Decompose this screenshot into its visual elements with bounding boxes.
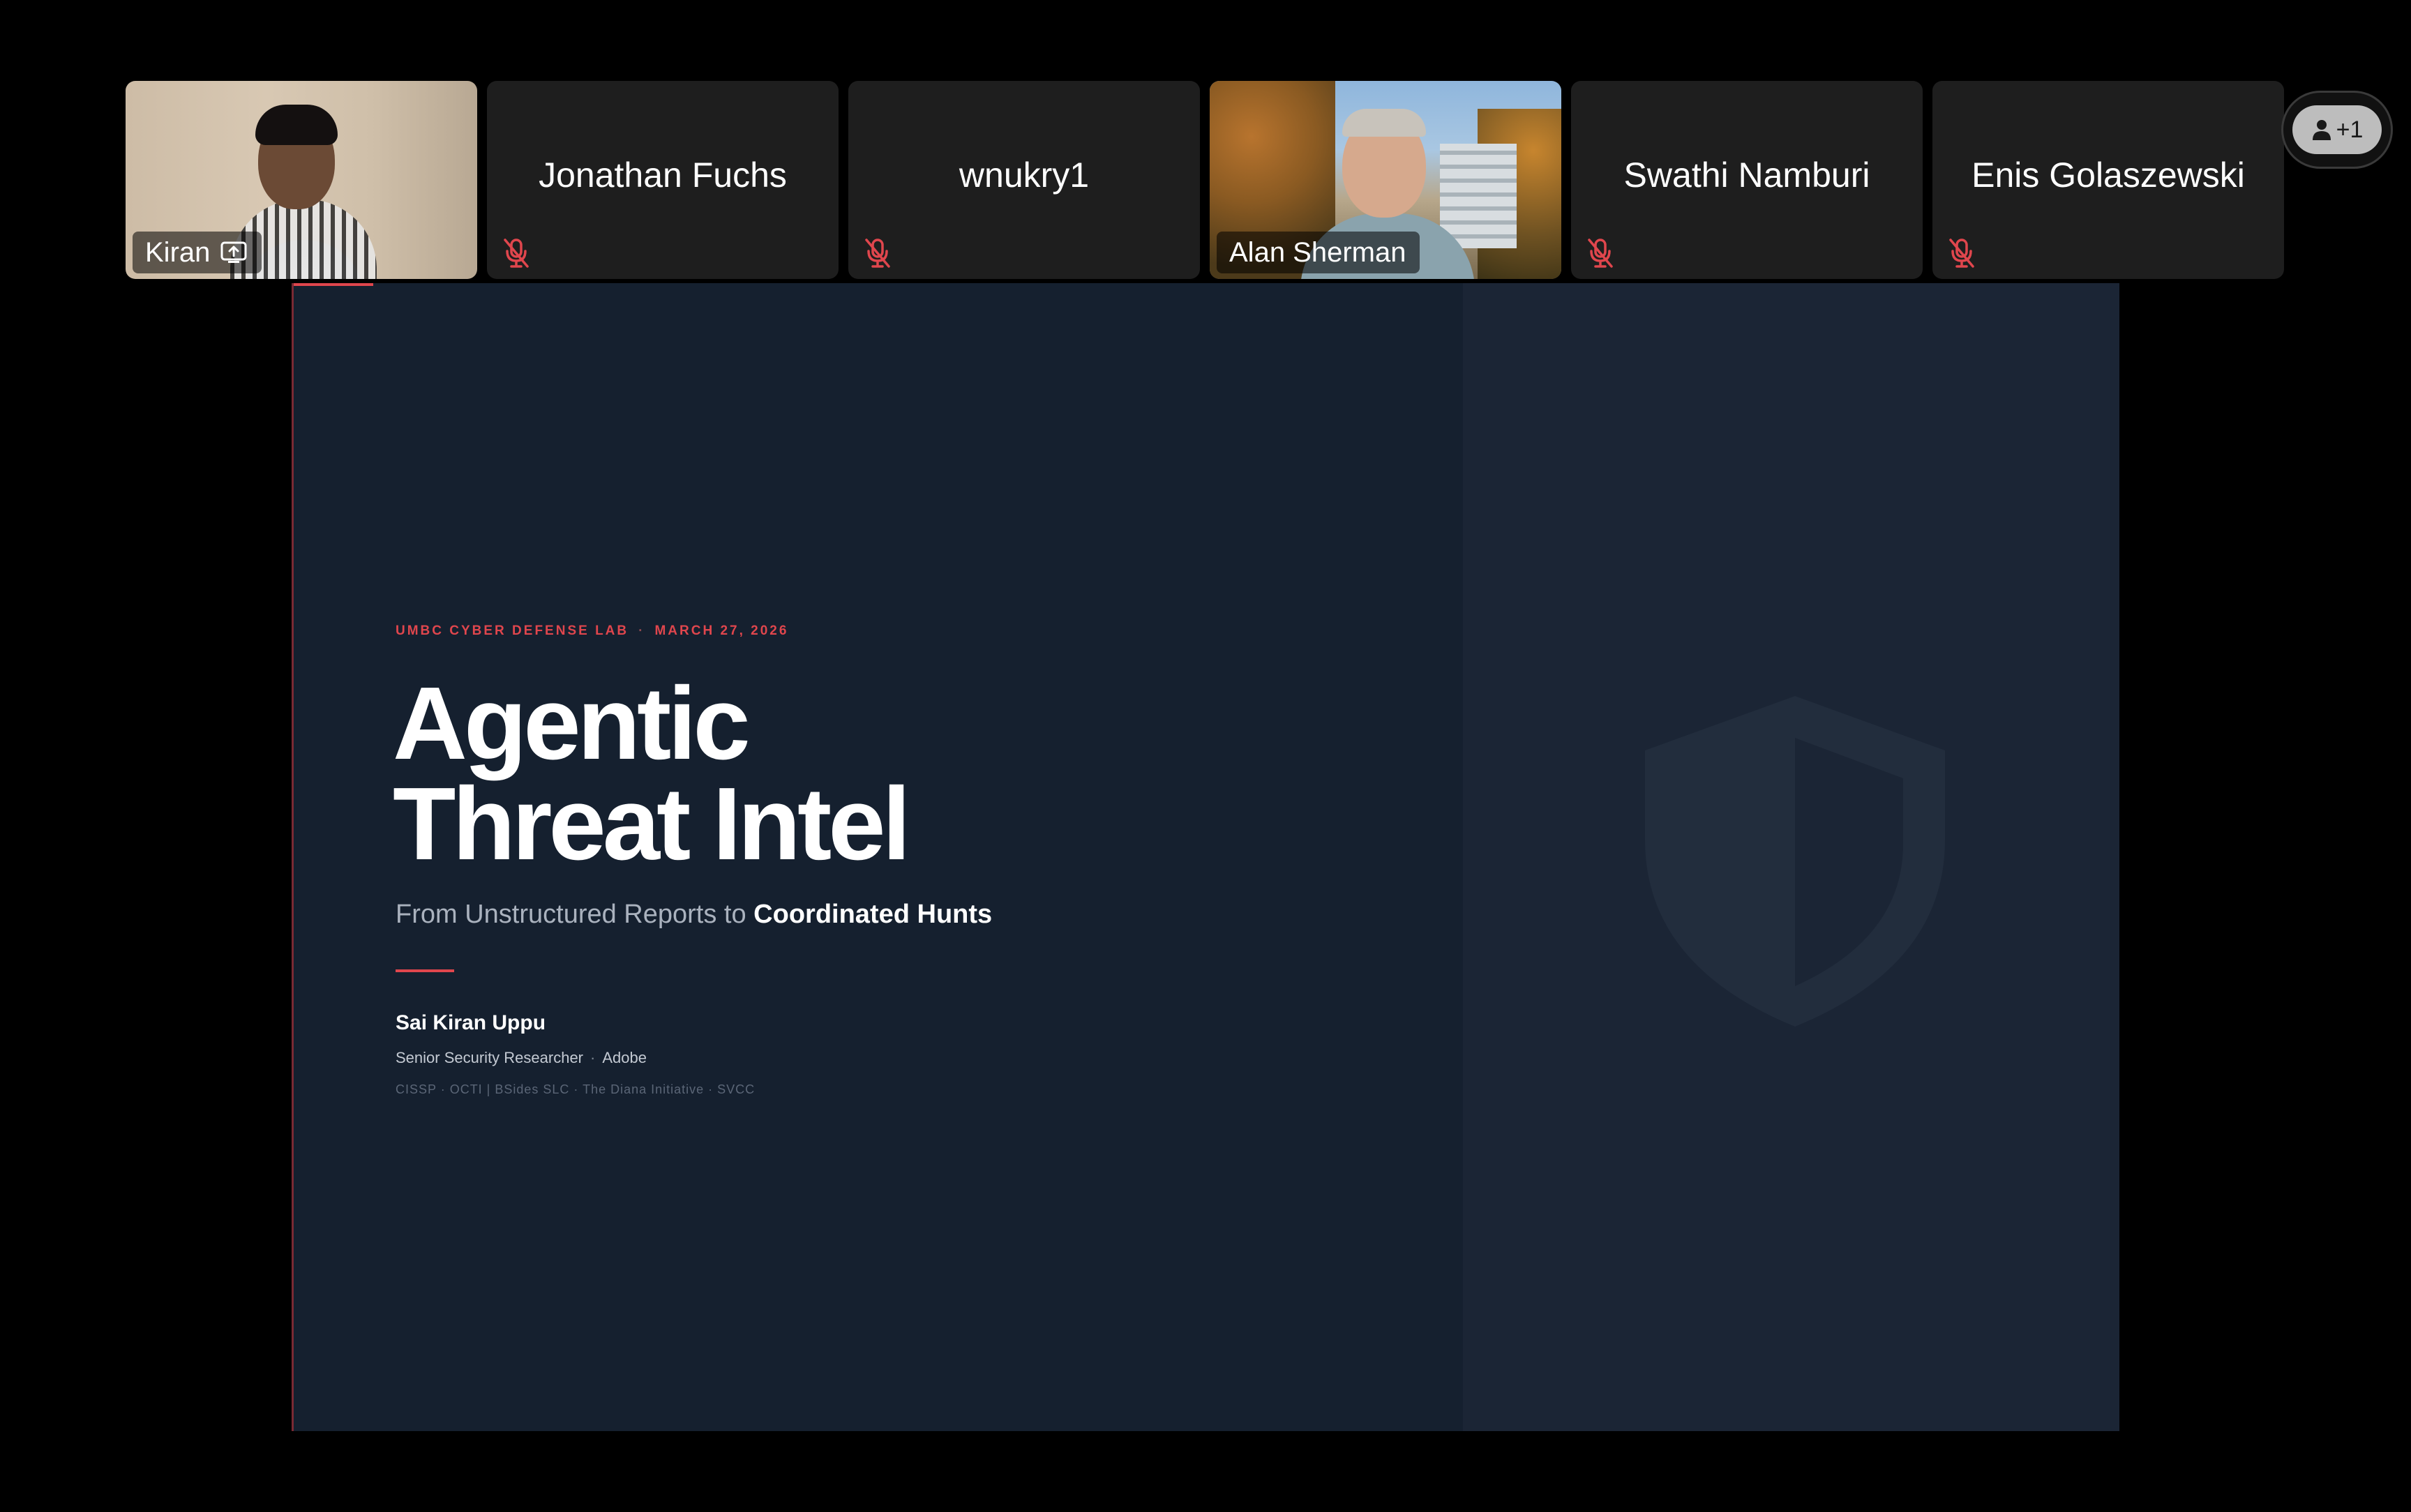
mic-muted-icon [504,239,529,268]
participant-name-chip: Kiran [133,232,262,273]
slide-credentials: CISSP · OCTI | BSides SLC · The Diana In… [396,1082,756,1096]
slide-eyebrow: UMBC CYBER DEFENSE LAB · MARCH 27, 2026 [396,623,788,639]
slide-subtitle-prefix: From Unstructured Reports to [396,900,746,929]
slide-subtitle-emphasis: Coordinated Hunts [753,900,993,929]
participant-strip: Kiran Jonathan Fuchs wnukry1 Alan Sherma… [126,81,2288,279]
participant-name: Jonathan Fuchs [539,156,787,195]
mic-muted-icon [1949,239,1974,268]
screen-share-icon [220,241,247,263]
more-participants-count: +1 [2336,116,2364,143]
person-icon [2312,120,2331,140]
slide-eyebrow-org: UMBC CYBER DEFENSE LAB [396,623,629,638]
slide-title: Agentic Threat Intel [393,666,911,882]
slide-role-company: Adobe [602,1049,647,1066]
more-participants-pill: +1 [2292,105,2382,154]
slide-subtitle: From Unstructured Reports to Coordinated… [396,900,992,930]
slide-eyebrow-date: MARCH 27, 2026 [654,623,789,638]
participant-name-chip: Alan Sherman [1217,232,1420,273]
participant-tile-enis-golaszewski[interactable]: Enis Golaszewski [1932,81,2284,279]
slide-author: Sai Kiran Uppu [396,1011,546,1034]
participant-tile-alan-sherman[interactable]: Alan Sherman [1210,81,1561,279]
participant-name: Alan Sherman [1229,237,1406,268]
participant-tile-wnukry1[interactable]: wnukry1 [848,81,1200,279]
participant-name: Enis Golaszewski [1971,156,2245,195]
participant-tile-jonathan-fuchs[interactable]: Jonathan Fuchs [487,81,839,279]
mic-muted-icon [865,239,890,268]
mic-muted-icon [1588,239,1613,268]
slide-role-title: Senior Security Researcher [396,1049,584,1066]
participant-name: wnukry1 [959,156,1090,195]
participant-video-hair [255,105,338,145]
participant-tile-kiran[interactable]: Kiran [126,81,477,279]
slide-author-role: Senior Security Researcher · Adobe [396,1049,647,1067]
participant-video-background [1440,144,1517,248]
slide-role-separator: · [590,1049,596,1066]
slide-accent-bar [294,283,373,286]
participant-video-hair [1342,109,1426,137]
meeting-window: Kiran Jonathan Fuchs wnukry1 Alan Sherma… [0,0,2411,1512]
slide-title-line2: Threat Intel [393,766,911,882]
slide-title-line1: Agentic [393,666,751,781]
participant-name: Swathi Namburi [1623,156,1870,195]
slide-divider [396,969,454,972]
more-participants-button[interactable]: +1 [2281,91,2393,169]
slide-eyebrow-separator: · [638,623,645,638]
participant-tile-swathi-namburi[interactable]: Swathi Namburi [1571,81,1923,279]
shield-icon [1645,696,1945,1027]
participant-name: Kiran [145,237,211,268]
